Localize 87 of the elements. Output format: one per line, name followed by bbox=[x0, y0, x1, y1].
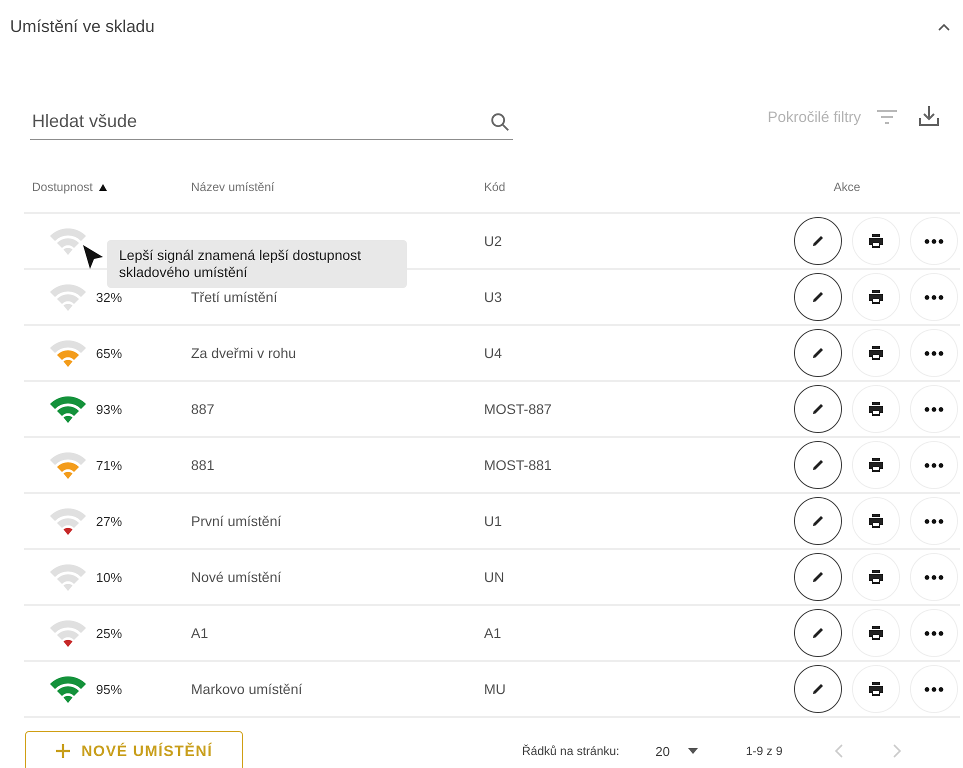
printer-icon bbox=[867, 232, 885, 250]
availability-percent: 71% bbox=[96, 458, 122, 472]
more-icon bbox=[923, 294, 945, 300]
printer-icon bbox=[867, 680, 885, 698]
location-name: Markovo umístění bbox=[191, 681, 302, 697]
tooltip: Lepší signál znamená lepší dostupnost skladového umístění bbox=[107, 240, 407, 288]
more-icon bbox=[923, 630, 945, 636]
print-button[interactable] bbox=[852, 329, 900, 377]
printer-icon bbox=[867, 400, 885, 418]
mouse-cursor-icon bbox=[82, 244, 104, 270]
new-location-button[interactable]: NOVÉ UMÍSTĚNÍ bbox=[25, 731, 243, 768]
search-icon[interactable] bbox=[489, 110, 511, 132]
more-button[interactable] bbox=[910, 329, 958, 377]
more-button[interactable] bbox=[910, 553, 958, 601]
caret-icon bbox=[688, 748, 698, 754]
more-button[interactable] bbox=[910, 665, 958, 713]
more-icon bbox=[923, 462, 945, 468]
section-title: Umístění ve skladu bbox=[10, 17, 155, 37]
edit-button[interactable] bbox=[794, 329, 842, 377]
rows-per-page-select[interactable]: 20 bbox=[655, 744, 698, 758]
availability-percent: 32% bbox=[96, 290, 122, 304]
edit-button[interactable] bbox=[794, 217, 842, 265]
availability-percent: 95% bbox=[96, 682, 122, 696]
location-code: UN bbox=[484, 569, 504, 585]
edit-button[interactable] bbox=[794, 273, 842, 321]
rows-per-page-label: Řádků na stránku: bbox=[522, 744, 620, 758]
search-field[interactable]: Hledat všude bbox=[30, 110, 489, 133]
edit-button[interactable] bbox=[794, 385, 842, 433]
location-code: MOST-887 bbox=[484, 401, 552, 417]
availability-percent: 10% bbox=[96, 570, 122, 584]
print-button[interactable] bbox=[852, 273, 900, 321]
chevron-icon[interactable] bbox=[937, 22, 951, 32]
location-code: MU bbox=[484, 681, 506, 697]
location-name: 887 bbox=[191, 401, 214, 417]
location-name: 881 bbox=[191, 457, 214, 473]
more-icon bbox=[923, 406, 945, 412]
column-header[interactable]: Akce bbox=[834, 180, 860, 194]
edit-button[interactable] bbox=[794, 665, 842, 713]
location-code: U1 bbox=[484, 513, 502, 529]
more-icon bbox=[923, 350, 945, 356]
more-button[interactable] bbox=[910, 385, 958, 433]
location-code: MOST-881 bbox=[484, 457, 552, 473]
printer-icon bbox=[867, 456, 885, 474]
page-range: 1-9 z 9 bbox=[746, 744, 783, 758]
location-code: U3 bbox=[484, 289, 502, 305]
more-icon bbox=[923, 518, 945, 524]
availability-percent: 93% bbox=[96, 402, 122, 416]
edit-button[interactable] bbox=[794, 553, 842, 601]
plus-icon bbox=[55, 743, 72, 759]
edit-button[interactable] bbox=[794, 497, 842, 545]
location-code: U2 bbox=[484, 233, 502, 249]
column-header[interactable]: Kód bbox=[484, 180, 506, 194]
print-button[interactable] bbox=[852, 609, 900, 657]
printer-icon bbox=[867, 568, 885, 586]
printer-icon bbox=[867, 288, 885, 306]
print-button[interactable] bbox=[852, 217, 900, 265]
location-name: Nové umístění bbox=[191, 569, 282, 585]
printer-icon bbox=[867, 512, 885, 530]
print-button[interactable] bbox=[852, 385, 900, 433]
location-name: Za dveřmi v rohu bbox=[191, 345, 296, 361]
more-icon bbox=[923, 238, 945, 244]
location-code: U4 bbox=[484, 345, 502, 361]
column-header[interactable]: Název umístění bbox=[191, 180, 274, 194]
printer-icon bbox=[867, 344, 885, 362]
location-name: A1 bbox=[191, 625, 208, 641]
more-button[interactable] bbox=[910, 273, 958, 321]
download-icon[interactable] bbox=[917, 104, 941, 128]
location-name: Třetí umístění bbox=[191, 289, 278, 305]
more-icon bbox=[923, 686, 945, 692]
printer-icon bbox=[867, 624, 885, 642]
more-button[interactable] bbox=[910, 609, 958, 657]
print-button[interactable] bbox=[852, 497, 900, 545]
print-button[interactable] bbox=[852, 553, 900, 601]
column-header[interactable]: Dostupnost bbox=[32, 180, 93, 194]
print-button[interactable] bbox=[852, 665, 900, 713]
location-name: První umístění bbox=[191, 513, 282, 529]
edit-button[interactable] bbox=[794, 609, 842, 657]
more-button[interactable] bbox=[910, 497, 958, 545]
more-icon bbox=[923, 574, 945, 580]
location-code: A1 bbox=[484, 625, 502, 641]
availability-percent: 27% bbox=[96, 514, 122, 528]
more-button[interactable] bbox=[910, 217, 958, 265]
availability-percent: 65% bbox=[96, 346, 122, 360]
edit-button[interactable] bbox=[794, 441, 842, 489]
more-button[interactable] bbox=[910, 441, 958, 489]
availability-percent: 25% bbox=[96, 626, 122, 640]
print-button[interactable] bbox=[852, 441, 900, 489]
